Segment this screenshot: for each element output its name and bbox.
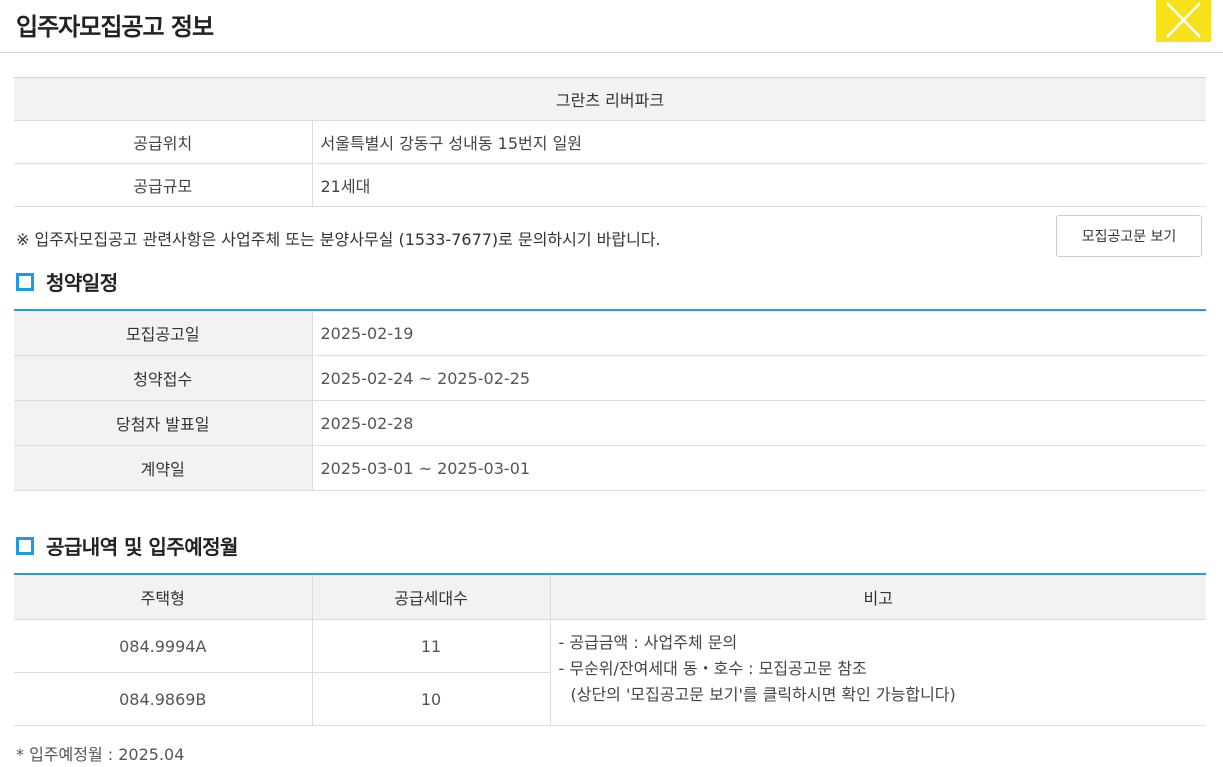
inquiry-notice: ※ 입주자모집공고 관련사항은 사업주체 또는 분양사무실 (1533-7677… (16, 230, 661, 249)
contract-date-value: 2025-03-01 ~ 2025-03-01 (312, 445, 1206, 491)
remark-line: (상단의 '모집공고문 보기'를 클릭하시면 확인 가능합니다) (570, 685, 956, 704)
table-header-row: 주택형 공급세대수 비고 (14, 574, 1206, 620)
supply-units-cell: 11 (312, 619, 551, 673)
supply-scale-value: 21세대 (312, 163, 1206, 207)
table-row: 당첨자 발표일 2025-02-28 (14, 400, 1206, 446)
close-button[interactable] (1156, 0, 1211, 42)
schedule-table: 모집공고일 2025-02-19 청약접수 2025-02-24 ~ 2025-… (14, 309, 1206, 491)
table-row: 모집공고일 2025-02-19 (14, 310, 1206, 356)
table-row: 공급위치 서울특별시 강동구 성내동 15번지 일원 (14, 120, 1206, 164)
square-bullet-icon (16, 272, 34, 291)
page-title: 입주자모집공고 정보 (16, 13, 214, 41)
square-bullet-icon (16, 536, 34, 555)
schedule-title-text: 청약일정 (46, 271, 118, 295)
view-announcement-button[interactable]: 모집공고문 보기 (1056, 215, 1202, 257)
remark-line: - 무순위/잔여세대 동・호수 : 모집공고문 참조 (558, 659, 867, 678)
schedule-section-title: 청약일정 (16, 267, 118, 296)
winner-announcement-value: 2025-02-28 (312, 400, 1206, 446)
column-header-supply-units: 공급세대수 (312, 574, 551, 620)
supply-scale-label: 공급규모 (14, 163, 313, 207)
supply-title-text: 공급내역 및 입주예정월 (46, 535, 238, 559)
supply-section-title: 공급내역 및 입주예정월 (16, 531, 238, 560)
complex-info-table: 그란츠 리버파크 공급위치 서울특별시 강동구 성내동 15번지 일원 공급규모… (14, 77, 1206, 207)
column-header-remarks: 비고 (550, 574, 1206, 620)
application-period-label: 청약접수 (14, 355, 313, 401)
title-divider (0, 52, 1223, 53)
supply-location-value: 서울특별시 강동구 성내동 15번지 일원 (312, 120, 1206, 164)
complex-name: 그란츠 리버파크 (14, 77, 1206, 121)
announcement-date-value: 2025-02-19 (312, 310, 1206, 356)
remarks-cell: - 공급금액 : 사업주체 문의 - 무순위/잔여세대 동・호수 : 모집공고문… (550, 619, 1206, 726)
table-row: 공급규모 21세대 (14, 163, 1206, 207)
move-in-month-note: * 입주예정월 : 2025.04 (16, 745, 185, 764)
housing-type-cell: 084.9869B (14, 672, 313, 726)
table-row: 청약접수 2025-02-24 ~ 2025-02-25 (14, 355, 1206, 401)
close-icon (1166, 2, 1201, 38)
contract-date-label: 계약일 (14, 445, 313, 491)
winner-announcement-label: 당첨자 발표일 (14, 400, 313, 446)
supply-units-cell: 10 (312, 672, 551, 726)
column-header-housing-type: 주택형 (14, 574, 313, 620)
supply-table: 주택형 공급세대수 비고 084.9994A 11 - 공급금액 : 사업주체 … (14, 573, 1206, 726)
announcement-date-label: 모집공고일 (14, 310, 313, 356)
housing-type-cell: 084.9994A (14, 619, 313, 673)
table-row: 계약일 2025-03-01 ~ 2025-03-01 (14, 445, 1206, 491)
remark-line: - 공급금액 : 사업주체 문의 (558, 633, 738, 652)
supply-location-label: 공급위치 (14, 120, 313, 164)
table-row: 084.9994A 11 - 공급금액 : 사업주체 문의 - 무순위/잔여세대… (14, 619, 1206, 726)
application-period-value: 2025-02-24 ~ 2025-02-25 (312, 355, 1206, 401)
